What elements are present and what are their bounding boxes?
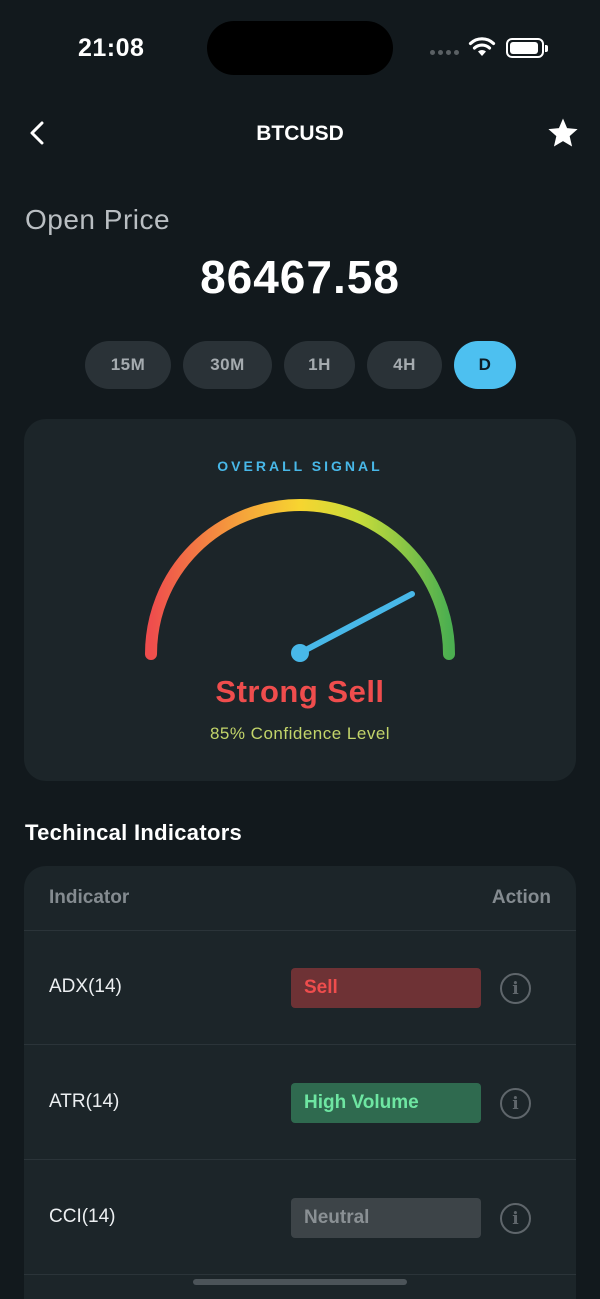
tab-4h[interactable]: 4H [367,341,442,389]
gauge-hub [291,644,309,662]
table-row: ADX(14) Sell i [24,931,576,1045]
action-badge: High Volume [291,1083,481,1123]
signal-gauge [145,499,455,662]
indicators-table: Indicator Action ADX(14) Sell i ATR(14) … [24,866,576,1299]
wifi-icon [468,37,496,56]
timeframe-selector: 15M 30M 1H 4H D [0,341,600,389]
status-time: 21:08 [78,34,145,62]
cellular-signal-icon [430,50,459,55]
indicator-name: CCI(14) [49,1206,116,1227]
home-indicator [193,1279,407,1285]
dynamic-island [207,21,393,75]
table-row: CCI(14) Neutral i [24,1161,576,1275]
gauge-arc [145,499,455,660]
tab-d[interactable]: D [454,341,516,389]
action-badge: Neutral [291,1198,481,1238]
table-header: Indicator Action [24,866,576,931]
star-icon [548,118,578,147]
column-indicator: Indicator [49,887,130,908]
page-title: BTCUSD [256,122,344,145]
status-bar: 21:08 [0,0,600,100]
info-icon[interactable]: i [500,1088,531,1119]
column-action: Action [491,887,551,908]
table-row: ATR(14) High Volume i [24,1046,576,1160]
indicator-name: ATR(14) [49,1091,120,1112]
favorite-button[interactable] [546,116,580,150]
tab-30m[interactable]: 30M [183,341,272,389]
open-price-label: Open Price [25,204,171,235]
tab-15m[interactable]: 15M [85,341,171,389]
signal-confidence: 85% Confidence Level [209,724,391,743]
info-icon[interactable]: i [500,1203,531,1234]
indicator-name: ADX(14) [49,976,122,997]
info-icon[interactable]: i [500,973,531,1004]
nav-bar: BTCUSD [0,108,600,160]
action-badge: Sell [291,968,481,1008]
section-title: Techincal Indicators [25,820,243,845]
gauge-needle [297,591,415,656]
open-price-value: 86467.58 [200,251,400,303]
battery-icon [506,38,548,58]
overall-signal-card: OVERALL SIGNAL Strong Sell 85% Confidenc… [24,419,576,781]
tab-1h[interactable]: 1H [284,341,355,389]
signal-verdict: Strong Sell [215,674,385,709]
